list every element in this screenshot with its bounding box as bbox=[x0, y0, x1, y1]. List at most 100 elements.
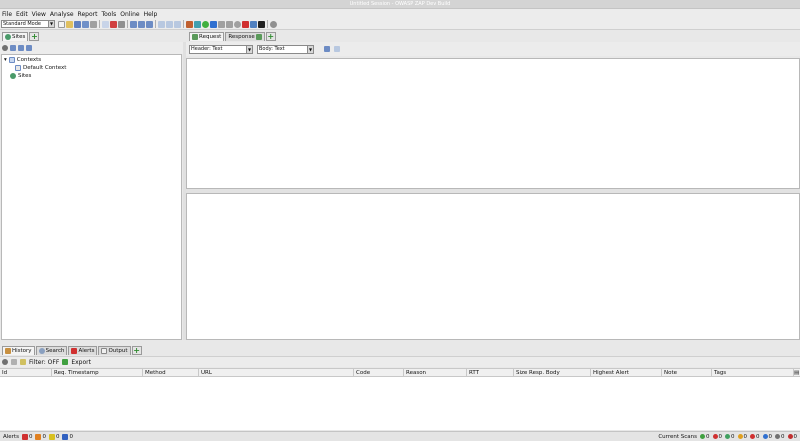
console-icon[interactable] bbox=[258, 20, 265, 28]
request-header-pane[interactable] bbox=[186, 58, 800, 189]
snapshot-session-icon[interactable] bbox=[82, 20, 89, 28]
tab-response[interactable]: Response bbox=[225, 32, 265, 41]
scan-count-proxies-value: 0 bbox=[793, 433, 798, 440]
search-icon bbox=[38, 348, 45, 354]
export-icon[interactable] bbox=[110, 20, 117, 28]
column-note[interactable]: Note bbox=[662, 369, 712, 377]
layout-split-icon[interactable] bbox=[138, 20, 145, 28]
column-rtt[interactable]: RTT bbox=[467, 369, 514, 377]
sites-tree[interactable]: ▾ Contexts Default Context Sites bbox=[1, 54, 182, 340]
break-all-icon[interactable] bbox=[202, 20, 209, 28]
show-tabs-icon[interactable] bbox=[158, 20, 165, 28]
column-url[interactable]: URL bbox=[199, 369, 354, 377]
toolbar-separator bbox=[99, 20, 100, 28]
save-session-icon[interactable] bbox=[74, 20, 81, 28]
scan-count-ajax: 0 bbox=[712, 434, 722, 440]
column-reason[interactable]: Reason bbox=[404, 369, 467, 377]
menu-help[interactable]: Help bbox=[144, 11, 158, 18]
step-icon[interactable] bbox=[210, 20, 217, 28]
menu-edit[interactable]: Edit bbox=[16, 11, 28, 18]
tab-search[interactable]: Search bbox=[35, 346, 68, 355]
body-format-select[interactable]: Body: Text ▼ bbox=[257, 44, 314, 54]
filter-button[interactable]: Filter: OFF bbox=[29, 359, 59, 366]
import-context-icon[interactable] bbox=[18, 45, 24, 51]
menu-report[interactable]: Report bbox=[78, 11, 98, 18]
tab-output[interactable]: Output bbox=[98, 346, 131, 355]
breakpoint-icon bbox=[762, 434, 768, 439]
scan-count-proxies: 0 bbox=[787, 433, 798, 440]
tab-response-label: Response bbox=[228, 34, 255, 40]
scan-count-fuzzer-value: 0 bbox=[743, 433, 748, 440]
mode-select[interactable]: Standard Mode ▼ bbox=[1, 20, 55, 28]
drop-icon[interactable] bbox=[234, 20, 241, 28]
breakpoint-icon[interactable] bbox=[250, 20, 257, 28]
menu-online[interactable]: Online bbox=[120, 11, 139, 18]
export-context-icon[interactable] bbox=[26, 45, 32, 51]
column-id[interactable]: Id bbox=[0, 369, 52, 377]
expand-icon[interactable]: ▾ bbox=[4, 57, 7, 63]
add-tab-button[interactable]: + bbox=[265, 32, 276, 41]
session-properties-icon[interactable] bbox=[90, 20, 97, 28]
close-icon[interactable] bbox=[242, 20, 249, 28]
spider-icon[interactable] bbox=[194, 20, 201, 28]
proxy-icon bbox=[787, 434, 793, 439]
add-tab-button[interactable]: + bbox=[29, 32, 40, 41]
tab-sites[interactable]: Sites bbox=[2, 32, 29, 41]
filter-icon[interactable] bbox=[20, 359, 26, 365]
menu-file[interactable]: File bbox=[2, 11, 12, 18]
tree-node-sites[interactable]: Sites bbox=[10, 72, 31, 80]
play-icon[interactable] bbox=[218, 20, 225, 28]
menu-view[interactable]: View bbox=[32, 11, 46, 18]
column-size-resp-body[interactable]: Size Resp. Body bbox=[514, 369, 591, 377]
pin-tabs-icon[interactable] bbox=[174, 20, 181, 28]
export-button[interactable]: Export bbox=[71, 359, 91, 366]
column-code[interactable]: Code bbox=[354, 369, 404, 377]
menu-tools[interactable]: Tools bbox=[101, 11, 116, 18]
new-context-icon[interactable] bbox=[10, 45, 16, 51]
history-table-body[interactable] bbox=[0, 377, 800, 430]
scan-count-breakpoints: 0 bbox=[762, 434, 772, 440]
split-horizontal-icon[interactable] bbox=[324, 46, 330, 52]
target-icon[interactable] bbox=[2, 359, 8, 365]
export-icon[interactable] bbox=[62, 359, 69, 365]
open-session-icon[interactable] bbox=[66, 20, 73, 28]
target-icon[interactable] bbox=[2, 45, 8, 51]
column-method[interactable]: Method bbox=[143, 369, 199, 377]
split-vertical-icon[interactable] bbox=[334, 46, 340, 52]
tree-label-sites: Sites bbox=[18, 73, 32, 79]
tab-history[interactable]: History bbox=[2, 346, 35, 355]
continue-icon[interactable] bbox=[226, 20, 233, 28]
header-format-select[interactable]: Header: Text ▼ bbox=[189, 44, 253, 54]
globe-icon bbox=[5, 34, 11, 40]
chevron-down-icon: ▼ bbox=[307, 45, 313, 53]
tree-node-default-context[interactable]: Default Context bbox=[15, 64, 66, 72]
tab-request[interactable]: Request bbox=[189, 32, 225, 41]
scan-policy-icon[interactable] bbox=[186, 20, 193, 28]
column-highest-alert[interactable]: Highest Alert bbox=[591, 369, 662, 377]
link-icon[interactable] bbox=[11, 359, 17, 365]
chevron-down-icon: ▼ bbox=[246, 45, 252, 53]
history-table-header: Id Req. Timestamp Method URL Code Reason… bbox=[0, 368, 800, 377]
request-body-pane[interactable] bbox=[186, 193, 800, 340]
column-req-timestamp[interactable]: Req. Timestamp bbox=[52, 369, 143, 377]
toolbar-separator bbox=[127, 20, 128, 28]
screenshot-icon[interactable] bbox=[118, 20, 125, 28]
column-tags[interactable]: Tags bbox=[712, 369, 794, 377]
flag-info-icon bbox=[62, 433, 69, 440]
new-session-icon[interactable] bbox=[58, 20, 65, 28]
menu-analyse[interactable]: Analyse bbox=[50, 11, 74, 18]
fuzzer-icon bbox=[737, 434, 743, 439]
column-chooser-icon[interactable]: ▤ bbox=[794, 369, 800, 377]
tab-sites-label: Sites bbox=[12, 34, 26, 40]
options-icon[interactable] bbox=[102, 20, 109, 28]
alert-count-high-value: 0 bbox=[28, 433, 33, 440]
scan-count-fuzzer: 0 bbox=[737, 433, 748, 440]
layout-tabs-icon[interactable] bbox=[146, 20, 153, 28]
scan-count-active: 0 bbox=[725, 434, 735, 440]
add-tab-button[interactable]: + bbox=[131, 346, 142, 355]
record-icon[interactable] bbox=[270, 20, 277, 28]
hide-tabs-icon[interactable] bbox=[166, 20, 173, 28]
layout-full-icon[interactable] bbox=[130, 20, 137, 28]
tree-node-contexts[interactable]: ▾ Contexts bbox=[4, 56, 41, 64]
tab-alerts[interactable]: Alerts bbox=[68, 346, 98, 355]
